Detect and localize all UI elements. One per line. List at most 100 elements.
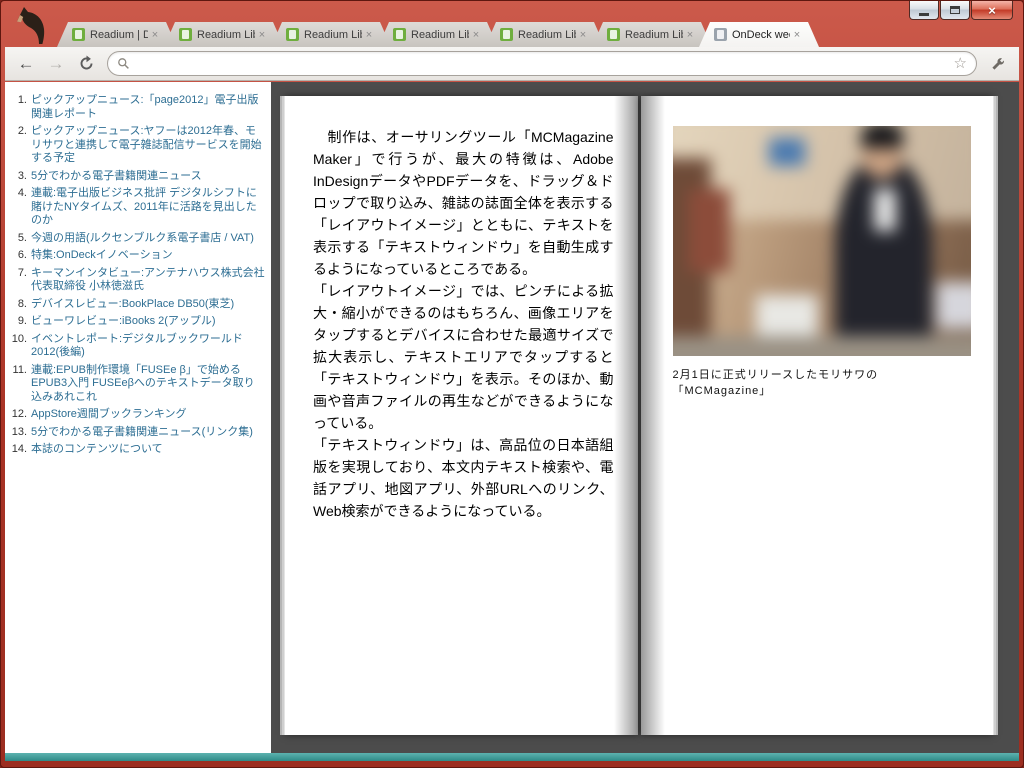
tab-label: Readium Lib — [304, 28, 362, 41]
bottom-bar — [5, 753, 1019, 761]
toc-item-number: 11. — [12, 363, 27, 376]
browser-tab[interactable]: Readium Lib × — [485, 22, 605, 47]
toc-item-number: 7. — [17, 266, 27, 279]
toc-item-number: 3. — [17, 169, 27, 182]
maximize-icon — [950, 6, 960, 14]
table-of-contents: 1. ピックアップニュース:「page2012」電子出版関連レポート 2. ピッ… — [5, 82, 271, 753]
tab-close-icon[interactable]: × — [148, 28, 162, 42]
tab-favicon-icon — [286, 28, 299, 41]
toc-item-link[interactable]: 今週の用語(ルクセンブルク系電子書店 / VAT) — [31, 232, 254, 246]
tab-favicon-icon — [714, 28, 727, 41]
reload-icon — [80, 55, 92, 70]
tab-label: Readium Lib — [518, 28, 576, 41]
tab-close-icon[interactable]: × — [469, 28, 483, 42]
toc-item[interactable]: 10. イベントレポート:デジタルブックワールド2012(後編) — [5, 333, 265, 360]
toc-item-number: 9. — [17, 315, 27, 327]
bookmark-star-icon[interactable]: ☆ — [954, 56, 967, 71]
window-controls: × — [909, 1, 1013, 20]
article-paragraph: 「テキストウィンドウ」は、高品位の日本語組版を実現しており、本文内テキスト検索や… — [313, 437, 614, 519]
tab-close-icon[interactable]: × — [576, 28, 590, 42]
minimize-icon — [919, 12, 929, 16]
blurred-photo-content — [672, 126, 971, 356]
address-bar-input[interactable] — [136, 55, 954, 72]
titlebar: × Readium | D × Readium Lib × Readium Li… — [1, 1, 1023, 47]
reload-button[interactable] — [73, 51, 99, 77]
toc-item[interactable]: 1. ピックアップニュース:「page2012」電子出版関連レポート — [5, 94, 265, 121]
toc-item[interactable]: 14. 本誌のコンテンツについて — [5, 443, 265, 457]
toc-item[interactable]: 3. 5分でわかる電子書籍関連ニュース — [5, 170, 265, 184]
browser-tab[interactable]: OnDeck wee × — [699, 22, 819, 47]
book-spread: 制作は、オーサリングツール「MCMagazine Maker」で行うが、最大の特… — [285, 96, 993, 735]
tab-label: Readium Lib — [411, 28, 469, 41]
browser-tab[interactable]: Readium Lib × — [164, 22, 284, 47]
article-figure: 2月1日に正式リリースしたモリサワの「MCMagazine」 — [672, 126, 972, 398]
toc-item-link[interactable]: キーマンインタビュー:アンテナハウス株式会社 代表取締役 小林徳滋氏 — [31, 267, 265, 294]
tab-favicon-icon — [393, 28, 406, 41]
toc-item[interactable]: 9. ビューワレビュー:iBooks 2(アップル) — [5, 315, 265, 329]
article-paragraph: 「レイアウトイメージ」では、ピンチによる拡大・縮小ができるのはもちろん、画像エリ… — [313, 283, 614, 431]
toc-item[interactable]: 5. 今週の用語(ルクセンブルク系電子書店 / VAT) — [5, 232, 265, 246]
toc-item-number: 2. — [17, 125, 27, 137]
toc-item[interactable]: 2. ピックアップニュース:ヤフーは2012年春、モリサワと連携して電子雑誌配信… — [5, 125, 265, 166]
book-page-right[interactable]: 2月1日に正式リリースしたモリサワの「MCMagazine」 — [640, 96, 993, 735]
wrench-menu-button[interactable] — [985, 51, 1011, 77]
close-button[interactable]: × — [971, 1, 1013, 20]
browser-tab[interactable]: Readium Lib × — [378, 22, 498, 47]
browser-tab[interactable]: Readium | D × — [57, 22, 177, 47]
forward-button[interactable]: → — [43, 51, 69, 77]
browser-tab[interactable]: Readium Lib × — [271, 22, 391, 47]
tab-close-icon[interactable]: × — [683, 28, 697, 42]
page-content: 1. ピックアップニュース:「page2012」電子出版関連レポート 2. ピッ… — [5, 82, 1019, 761]
tab-strip: Readium | D × Readium Lib × Readium Lib … — [57, 22, 913, 47]
toc-item-link[interactable]: ピックアップニュース:ヤフーは2012年春、モリサワと連携して電子雑誌配信サービ… — [31, 125, 265, 166]
tab-favicon-icon — [607, 28, 620, 41]
toc-item[interactable]: 13. 5分でわかる電子書籍関連ニュース(リンク集) — [5, 426, 265, 440]
tab-favicon-icon — [500, 28, 513, 41]
toc-item-number: 5. — [17, 231, 27, 244]
toc-item-link[interactable]: 連載:EPUB制作環境「FUSEe β」で始めるEPUB3入門 FUSEeβへの… — [31, 364, 265, 405]
toc-item-link[interactable]: イベントレポート:デジタルブックワールド2012(後編) — [31, 333, 265, 360]
back-button[interactable]: ← — [13, 51, 39, 77]
tab-favicon-icon — [179, 28, 192, 41]
toc-item-link[interactable]: デバイスレビュー:BookPlace DB50(東芝) — [31, 298, 234, 312]
horse-logo-icon — [9, 3, 49, 45]
browser-tab[interactable]: Readium Lib × — [592, 22, 712, 47]
tab-close-icon[interactable]: × — [362, 28, 376, 42]
toc-item-number: 1. — [17, 94, 27, 106]
tab-favicon-icon — [72, 28, 85, 41]
search-icon — [118, 58, 129, 69]
toc-item-link[interactable]: 5分でわかる電子書籍関連ニュース — [31, 170, 202, 184]
toc-item-number: 8. — [17, 297, 27, 310]
minimize-button[interactable] — [909, 1, 939, 20]
toc-item-number: 12. — [11, 408, 27, 420]
toc-item-link[interactable]: ビューワレビュー:iBooks 2(アップル) — [31, 315, 216, 329]
book-reading-area[interactable]: 制作は、オーサリングツール「MCMagazine Maker」で行うが、最大の特… — [271, 82, 1019, 753]
toc-item[interactable]: 12. AppStore週間ブックランキング — [5, 408, 265, 422]
toc-item[interactable]: 7. キーマンインタビュー:アンテナハウス株式会社 代表取締役 小林徳滋氏 — [5, 267, 265, 294]
toc-item[interactable]: 11. 連載:EPUB制作環境「FUSEe β」で始めるEPUB3入門 FUSE… — [5, 364, 265, 405]
toc-item-link[interactable]: ピックアップニュース:「page2012」電子出版関連レポート — [31, 94, 265, 121]
toc-item-number: 6. — [17, 249, 27, 261]
toc-item-number: 13. — [11, 425, 27, 438]
toc-item-link[interactable]: 特集:OnDeckイノベーション — [31, 249, 173, 263]
article-text: 制作は、オーサリングツール「MCMagazine Maker」で行うが、最大の特… — [285, 96, 638, 522]
book-page-left[interactable]: 制作は、オーサリングツール「MCMagazine Maker」で行うが、最大の特… — [285, 96, 638, 735]
navigation-toolbar: ← → ☆ — [5, 47, 1019, 81]
toc-item-link[interactable]: 5分でわかる電子書籍関連ニュース(リンク集) — [31, 426, 253, 440]
toc-item-link[interactable]: 連載:電子出版ビジネス批評 デジタルシフトに賭けたNYタイムズ、2011年に活路… — [31, 187, 265, 228]
tab-label: Readium Lib — [625, 28, 683, 41]
toc-item[interactable]: 6. 特集:OnDeckイノベーション — [5, 249, 265, 263]
tab-close-icon[interactable]: × — [790, 28, 804, 42]
address-bar[interactable]: ☆ — [107, 51, 977, 76]
toc-item-link[interactable]: 本誌のコンテンツについて — [31, 443, 163, 457]
toc-item[interactable]: 4. 連載:電子出版ビジネス批評 デジタルシフトに賭けたNYタイムズ、2011年… — [5, 187, 265, 228]
toc-item-number: 10. — [11, 332, 27, 345]
toc-item-number: 4. — [17, 187, 27, 199]
maximize-button[interactable] — [940, 1, 970, 20]
article-photo — [672, 126, 971, 356]
toc-item[interactable]: 8. デバイスレビュー:BookPlace DB50(東芝) — [5, 298, 265, 312]
close-icon: × — [988, 2, 996, 18]
toc-item-link[interactable]: AppStore週間ブックランキング — [31, 408, 187, 422]
tab-close-icon[interactable]: × — [255, 28, 269, 42]
wrench-icon — [992, 57, 1004, 70]
